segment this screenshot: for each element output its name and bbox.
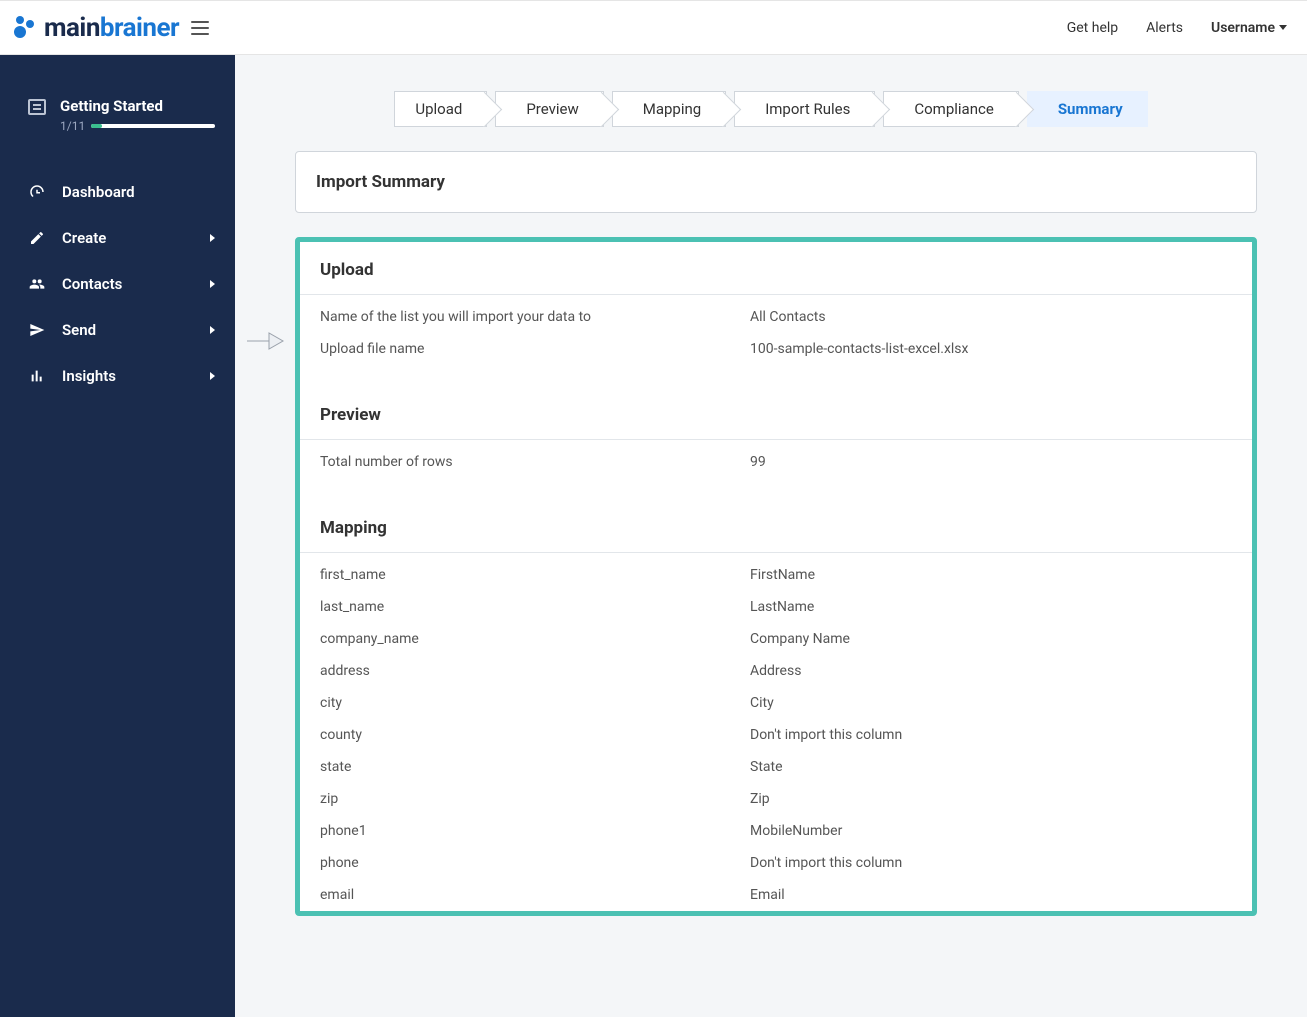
chevron-right-icon bbox=[210, 234, 215, 242]
summary-row-key: phone bbox=[320, 855, 750, 871]
sendplane-icon bbox=[28, 321, 46, 339]
summary-row: stateState bbox=[300, 751, 1252, 783]
getting-started-title: Getting Started bbox=[60, 97, 215, 115]
menu-toggle-icon[interactable] bbox=[191, 21, 209, 35]
summary-row-value: Don't import this column bbox=[750, 727, 1232, 743]
step-compliance[interactable]: Compliance bbox=[883, 91, 1018, 127]
summary-row-value: Zip bbox=[750, 791, 1232, 807]
summary-row-key: zip bbox=[320, 791, 750, 807]
summary-row: Total number of rows99 bbox=[300, 440, 1252, 478]
alerts-link[interactable]: Alerts bbox=[1146, 20, 1183, 36]
username-label: Username bbox=[1211, 20, 1275, 36]
logo-mark-icon bbox=[10, 14, 38, 42]
section-heading-upload: Upload bbox=[300, 242, 1252, 295]
summary-row-key: city bbox=[320, 695, 750, 711]
summary-row-key: county bbox=[320, 727, 750, 743]
summary-row-key: last_name bbox=[320, 599, 750, 615]
summary-row-value: Address bbox=[750, 663, 1232, 679]
callout-arrow-icon bbox=[245, 328, 285, 354]
summary-row: zipZip bbox=[300, 783, 1252, 815]
summary-row-key: Upload file name bbox=[320, 341, 750, 357]
chevron-right-icon bbox=[210, 326, 215, 334]
summary-panel: Upload Name of the list you will import … bbox=[295, 237, 1257, 916]
sidebar: Getting Started 1/11 Dashboard Create Cont… bbox=[0, 55, 235, 1017]
get-help-link[interactable]: Get help bbox=[1067, 20, 1118, 36]
summary-row: phone1MobileNumber bbox=[300, 815, 1252, 847]
sidebar-item-create[interactable]: Create bbox=[0, 215, 235, 261]
summary-row: Name of the list you will import your da… bbox=[300, 295, 1252, 333]
sidebar-item-label: Contacts bbox=[62, 275, 122, 293]
chevron-right-icon bbox=[210, 280, 215, 288]
step-upload[interactable]: Upload bbox=[394, 91, 487, 127]
summary-row-key: Name of the list you will import your da… bbox=[320, 309, 750, 325]
pencil-icon bbox=[28, 229, 46, 247]
getting-started-progress-bar bbox=[91, 124, 215, 128]
summary-row-value: All Contacts bbox=[750, 309, 1232, 325]
sidebar-nav: Dashboard Create Contacts Send Insights bbox=[0, 169, 235, 399]
sidebar-item-label: Insights bbox=[62, 367, 116, 385]
sidebar-item-contacts[interactable]: Contacts bbox=[0, 261, 235, 307]
wizard-steps: UploadPreviewMappingImport RulesComplian… bbox=[235, 55, 1307, 151]
brand-logo[interactable]: mainbrainer bbox=[10, 13, 179, 43]
sidebar-getting-started[interactable]: Getting Started 1/11 bbox=[0, 85, 235, 145]
summary-row-key: phone1 bbox=[320, 823, 750, 839]
brand-wordmark: mainbrainer bbox=[44, 13, 179, 43]
username-menu[interactable]: Username bbox=[1211, 20, 1287, 36]
step-import-rules[interactable]: Import Rules bbox=[734, 91, 875, 127]
section-heading-preview: Preview bbox=[300, 387, 1252, 440]
summary-row: last_nameLastName bbox=[300, 591, 1252, 623]
summary-row-value: State bbox=[750, 759, 1232, 775]
summary-row: phoneDon't import this column bbox=[300, 847, 1252, 879]
summary-row-key: address bbox=[320, 663, 750, 679]
step-preview[interactable]: Preview bbox=[495, 91, 603, 127]
summary-row: company_nameCompany Name bbox=[300, 623, 1252, 655]
summary-row-value: 100-sample-contacts-list-excel.xlsx bbox=[750, 341, 1232, 357]
summary-row: addressAddress bbox=[300, 655, 1252, 687]
summary-row-value: City bbox=[750, 695, 1232, 711]
checklist-icon bbox=[28, 99, 46, 115]
summary-row-key: Total number of rows bbox=[320, 454, 750, 470]
sidebar-item-insights[interactable]: Insights bbox=[0, 353, 235, 399]
gauge-icon bbox=[28, 183, 46, 201]
summary-row: emailEmail bbox=[300, 879, 1252, 911]
sidebar-item-label: Send bbox=[62, 321, 96, 339]
main-content: UploadPreviewMappingImport RulesComplian… bbox=[235, 55, 1307, 1017]
summary-row-key: email bbox=[320, 887, 750, 903]
summary-row-value: 99 bbox=[750, 454, 1232, 470]
summary-row-value: Don't import this column bbox=[750, 855, 1232, 871]
summary-row: countyDon't import this column bbox=[300, 719, 1252, 751]
summary-row: cityCity bbox=[300, 687, 1252, 719]
summary-row-value: FirstName bbox=[750, 567, 1232, 583]
sidebar-item-dashboard[interactable]: Dashboard bbox=[0, 169, 235, 215]
summary-row-value: LastName bbox=[750, 599, 1232, 615]
page-title: Import Summary bbox=[295, 151, 1257, 213]
sidebar-item-label: Create bbox=[62, 229, 106, 247]
summary-row: Upload file name100-sample-contacts-list… bbox=[300, 333, 1252, 365]
summary-row-value: Email bbox=[750, 887, 1232, 903]
step-summary[interactable]: Summary bbox=[1027, 91, 1148, 127]
summary-row-value: Company Name bbox=[750, 631, 1232, 647]
summary-row-key: first_name bbox=[320, 567, 750, 583]
summary-row-key: company_name bbox=[320, 631, 750, 647]
summary-row-key: state bbox=[320, 759, 750, 775]
section-heading-mapping: Mapping bbox=[300, 500, 1252, 553]
summary-row-value: MobileNumber bbox=[750, 823, 1232, 839]
step-mapping[interactable]: Mapping bbox=[612, 91, 726, 127]
sidebar-item-send[interactable]: Send bbox=[0, 307, 235, 353]
chevron-right-icon bbox=[210, 372, 215, 380]
top-header: mainbrainer Get help Alerts Username bbox=[0, 0, 1307, 55]
chartbar-icon bbox=[28, 367, 46, 385]
caret-down-icon bbox=[1279, 25, 1287, 30]
summary-row: first_nameFirstName bbox=[300, 553, 1252, 591]
getting-started-progress-text: 1/11 bbox=[60, 119, 85, 133]
sidebar-item-label: Dashboard bbox=[62, 183, 135, 201]
users-icon bbox=[28, 275, 46, 293]
